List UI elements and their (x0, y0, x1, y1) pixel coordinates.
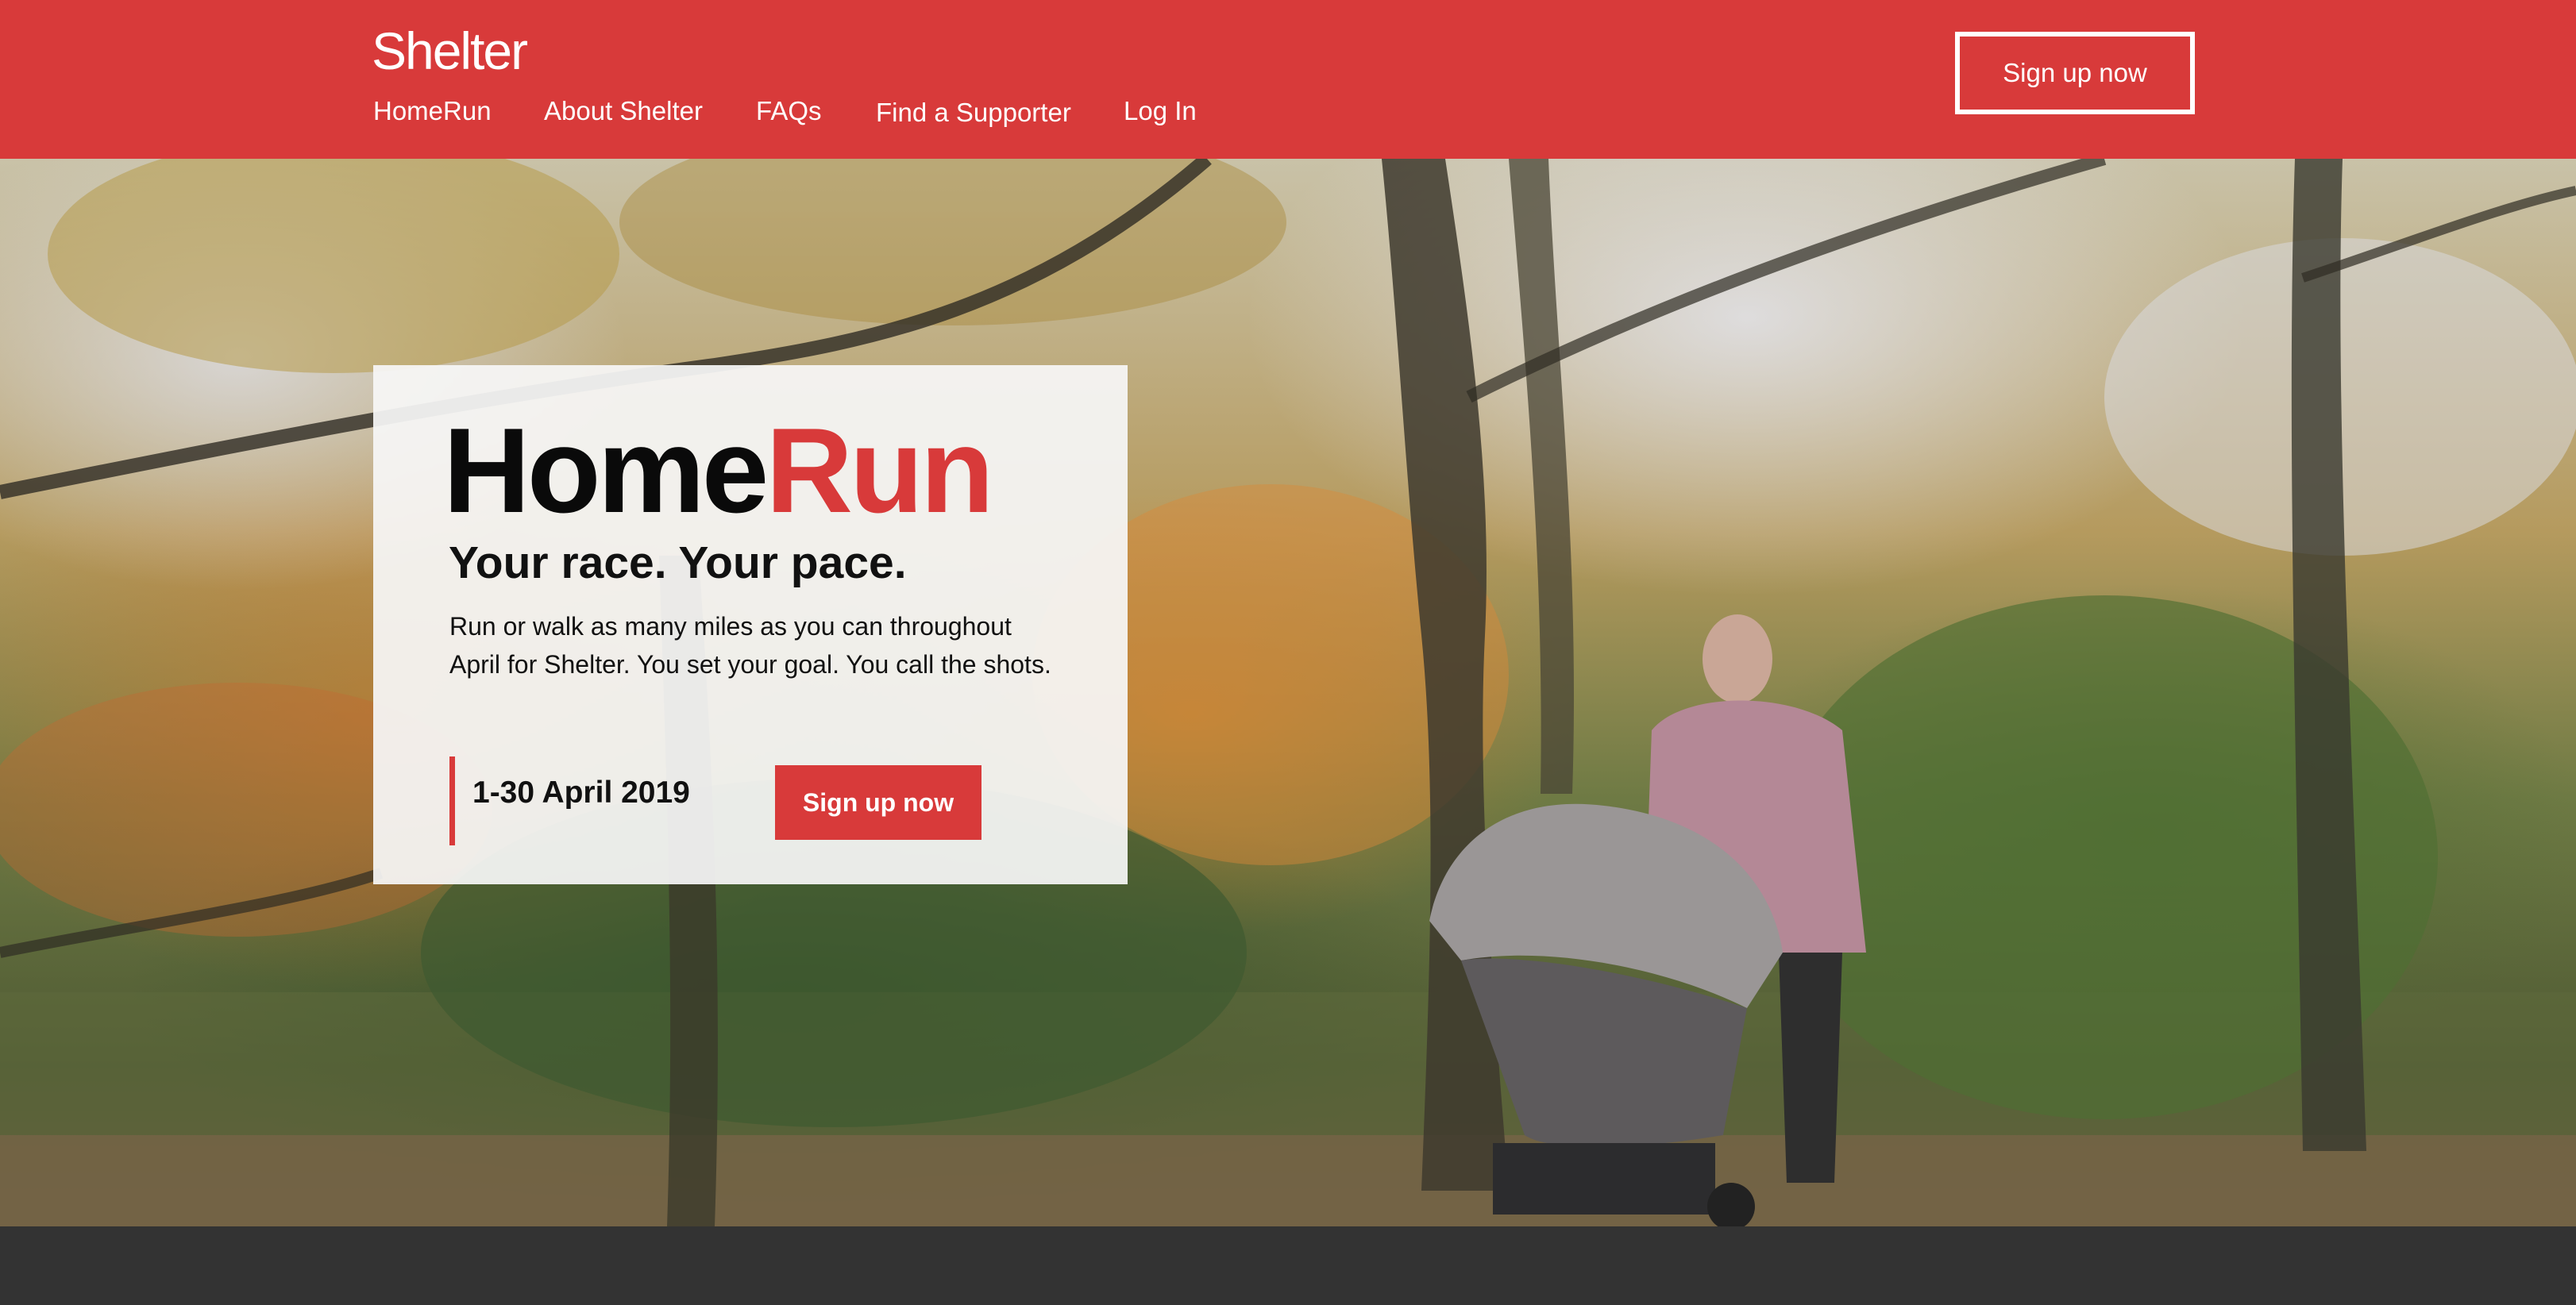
nav-link-find-a-supporter[interactable]: Find a Supporter (876, 94, 1071, 132)
event-date-block: 1-30 April 2019 (449, 756, 690, 845)
footer-strip (0, 1226, 2576, 1305)
hero-subtitle: Your race. Your pace. (449, 537, 907, 588)
nav-link-about-shelter[interactable]: About Shelter (544, 92, 703, 130)
header-sign-up-button[interactable]: Sign up now (1955, 32, 2195, 114)
hero-sign-up-button[interactable]: Sign up now (775, 765, 981, 840)
hero-description: Run or walk as many miles as you can thr… (449, 612, 1051, 679)
homerun-title: HomeRun (443, 410, 994, 531)
event-date: 1-30 April 2019 (472, 776, 690, 810)
nav-link-log-in[interactable]: Log In (1124, 92, 1197, 130)
hero-card: HomeRun Your race. Your pace. Run or wal… (373, 365, 1128, 884)
title-run: Run (765, 403, 993, 538)
nav-link-faqs[interactable]: FAQs (756, 92, 822, 130)
shelter-logo[interactable]: Shelter (372, 22, 528, 79)
site-header: Shelter HomeRun About Shelter FAQs Find … (0, 0, 2576, 159)
hero-banner: HomeRun Your race. Your pace. Run or wal… (0, 159, 2576, 1226)
nav-link-homerun[interactable]: HomeRun (373, 92, 492, 130)
title-home: Home (443, 403, 769, 538)
